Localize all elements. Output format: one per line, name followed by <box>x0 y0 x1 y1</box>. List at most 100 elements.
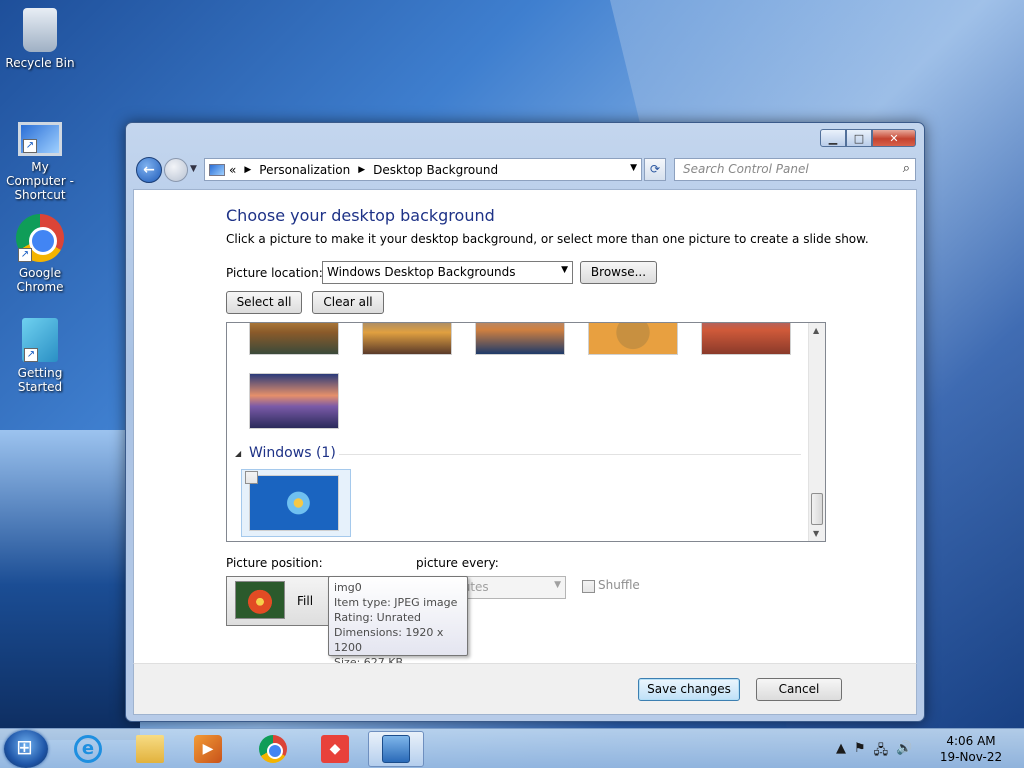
breadcrumb-prefix[interactable]: « <box>229 163 236 177</box>
picture-position-value: Fill <box>297 594 314 608</box>
window-controls: ▁ □ ✕ <box>820 129 916 147</box>
group-title-windows[interactable]: Windows (1) <box>249 445 336 461</box>
address-dropdown-icon[interactable]: ▼ <box>630 163 637 173</box>
collapse-group-icon[interactable]: ◢ <box>235 449 241 458</box>
volume-icon[interactable]: 🔊 <box>896 741 912 763</box>
desktop-icon-getting-started[interactable]: ↗ Getting Started <box>0 318 80 394</box>
window-footer: Save changes Cancel <box>133 663 917 715</box>
control-panel-window: ▁ □ ✕ ← ▼ « ▶ Personalization ▶ Desktop … <box>125 122 925 722</box>
action-center-icon[interactable]: ⚑ <box>854 741 866 763</box>
desktop-icon-label: Recycle Bin <box>5 56 75 70</box>
taskbar-control-panel[interactable] <box>368 731 424 767</box>
scrollbar-thumb[interactable] <box>811 493 823 525</box>
system-clock[interactable]: 4:06 AM 19-Nov-22 <box>936 733 1006 765</box>
picture-location-label: Picture location: <box>226 266 323 280</box>
select-all-button[interactable]: Select all <box>226 291 302 314</box>
control-panel-icon <box>382 735 410 763</box>
background-thumbnail[interactable] <box>701 323 791 355</box>
folder-icon <box>136 735 164 763</box>
refresh-button[interactable]: ⟳ <box>644 158 666 181</box>
background-thumbnail[interactable] <box>249 373 339 429</box>
taskbar: e ▶ ◆ ▲ ⚑ 🖧 🔊 4:06 AM 19-Nov-22 <box>0 728 1024 768</box>
clock-time: 4:06 AM <box>946 734 996 748</box>
shortcut-arrow-icon: ↗ <box>18 248 32 262</box>
show-hidden-icons-icon[interactable]: ▲ <box>836 741 846 763</box>
taskbar-media-player[interactable]: ▶ <box>180 731 236 767</box>
shuffle-checkbox[interactable] <box>582 580 595 593</box>
thumbnail-checkbox[interactable] <box>245 471 258 484</box>
breadcrumb-desktop-background[interactable]: Desktop Background <box>373 163 498 177</box>
history-dropdown-icon[interactable]: ▼ <box>190 164 197 174</box>
cancel-button[interactable]: Cancel <box>756 678 842 701</box>
desktop-icon-label: Getting Started <box>17 366 63 394</box>
shuffle-label: Shuffle <box>598 578 640 592</box>
search-input[interactable]: Search Control Panel ⌕ <box>674 158 916 181</box>
breadcrumb-separator-icon[interactable]: ▶ <box>244 165 251 175</box>
background-gallery[interactable]: ◢ Windows (1) ▲ ▼ <box>226 322 826 542</box>
forward-button[interactable] <box>164 158 188 182</box>
group-divider <box>339 454 801 455</box>
background-thumbnail[interactable] <box>588 323 678 355</box>
tooltip-name: img0 <box>334 581 362 594</box>
position-preview-image <box>235 581 285 619</box>
tooltip-rating: Rating: Unrated <box>334 611 422 624</box>
start-button[interactable] <box>4 730 48 768</box>
background-thumbnail-img0[interactable] <box>249 475 339 531</box>
chevron-down-icon: ▼ <box>561 265 568 275</box>
internet-explorer-icon: e <box>74 735 102 763</box>
taskbar-internet-explorer[interactable]: e <box>60 731 116 767</box>
taskbar-chrome[interactable] <box>245 731 301 767</box>
getting-started-icon: ↗ <box>22 318 58 362</box>
picture-position-label: Picture position: <box>226 556 323 570</box>
control-panel-icon <box>209 163 225 176</box>
taskbar-anydesk[interactable]: ◆ <box>307 731 363 767</box>
navigation-bar: ← ▼ « ▶ Personalization ▶ Desktop Backgr… <box>134 156 918 183</box>
chevron-down-icon: ▼ <box>554 580 561 590</box>
media-player-icon: ▶ <box>194 735 222 763</box>
clear-all-button[interactable]: Clear all <box>312 291 384 314</box>
wallpaper-shape <box>0 430 140 740</box>
network-icon[interactable]: 🖧 <box>874 741 889 763</box>
clock-date: 19-Nov-22 <box>939 750 1003 764</box>
chrome-icon <box>259 735 287 763</box>
scroll-up-icon[interactable]: ▲ <box>813 326 819 335</box>
picture-location-select[interactable]: Windows Desktop Backgrounds ▼ <box>322 261 573 284</box>
close-button[interactable]: ✕ <box>872 129 916 147</box>
desktop-icon-my-computer[interactable]: ↗ My Computer - Shortcut <box>0 114 80 202</box>
page-title: Choose your desktop background <box>226 206 495 225</box>
desktop-icon-label: My Computer - Shortcut <box>6 160 74 202</box>
desktop-icon-recycle-bin[interactable]: Recycle Bin <box>0 8 80 70</box>
desktop-icon-label: Google Chrome <box>16 266 64 294</box>
shortcut-arrow-icon: ↗ <box>23 139 37 153</box>
background-thumbnail[interactable] <box>475 323 565 355</box>
desktop-icon-google-chrome[interactable]: ↗ Google Chrome <box>0 214 80 294</box>
gallery-scrollbar[interactable]: ▲ ▼ <box>808 323 825 541</box>
back-button[interactable]: ← <box>136 157 162 183</box>
page-subtitle: Click a picture to make it your desktop … <box>226 232 869 246</box>
tooltip-dimensions: Dimensions: 1920 x 1200 <box>334 626 444 654</box>
breadcrumb-separator-icon[interactable]: ▶ <box>358 165 365 175</box>
maximize-button[interactable]: □ <box>846 129 872 147</box>
anydesk-icon: ◆ <box>321 735 349 763</box>
address-bar[interactable]: « ▶ Personalization ▶ Desktop Background… <box>204 158 642 181</box>
search-placeholder: Search Control Panel <box>683 162 809 176</box>
background-thumbnail[interactable] <box>362 323 452 355</box>
browse-button[interactable]: Browse... <box>580 261 657 284</box>
thumbnail-tooltip: img0 Item type: JPEG image Rating: Unrat… <box>328 576 468 669</box>
content-pane: Choose your desktop background Click a p… <box>133 189 917 669</box>
chrome-icon: ↗ <box>16 214 64 262</box>
change-picture-label: picture every: <box>416 556 499 570</box>
search-icon[interactable]: ⌕ <box>903 161 910 176</box>
scroll-down-icon[interactable]: ▼ <box>813 529 819 538</box>
system-tray: ▲ ⚑ 🖧 🔊 <box>836 741 912 763</box>
computer-icon: ↗ <box>18 122 62 156</box>
taskbar-file-explorer[interactable] <box>122 731 178 767</box>
breadcrumb-personalization[interactable]: Personalization <box>259 163 350 177</box>
background-thumbnail[interactable] <box>249 323 339 355</box>
recycle-bin-icon <box>23 8 57 52</box>
save-changes-button[interactable]: Save changes <box>638 678 740 701</box>
picture-location-value: Windows Desktop Backgrounds <box>327 265 516 279</box>
shortcut-arrow-icon: ↗ <box>24 348 38 362</box>
minimize-button[interactable]: ▁ <box>820 129 846 147</box>
tooltip-item-type: Item type: JPEG image <box>334 596 458 609</box>
